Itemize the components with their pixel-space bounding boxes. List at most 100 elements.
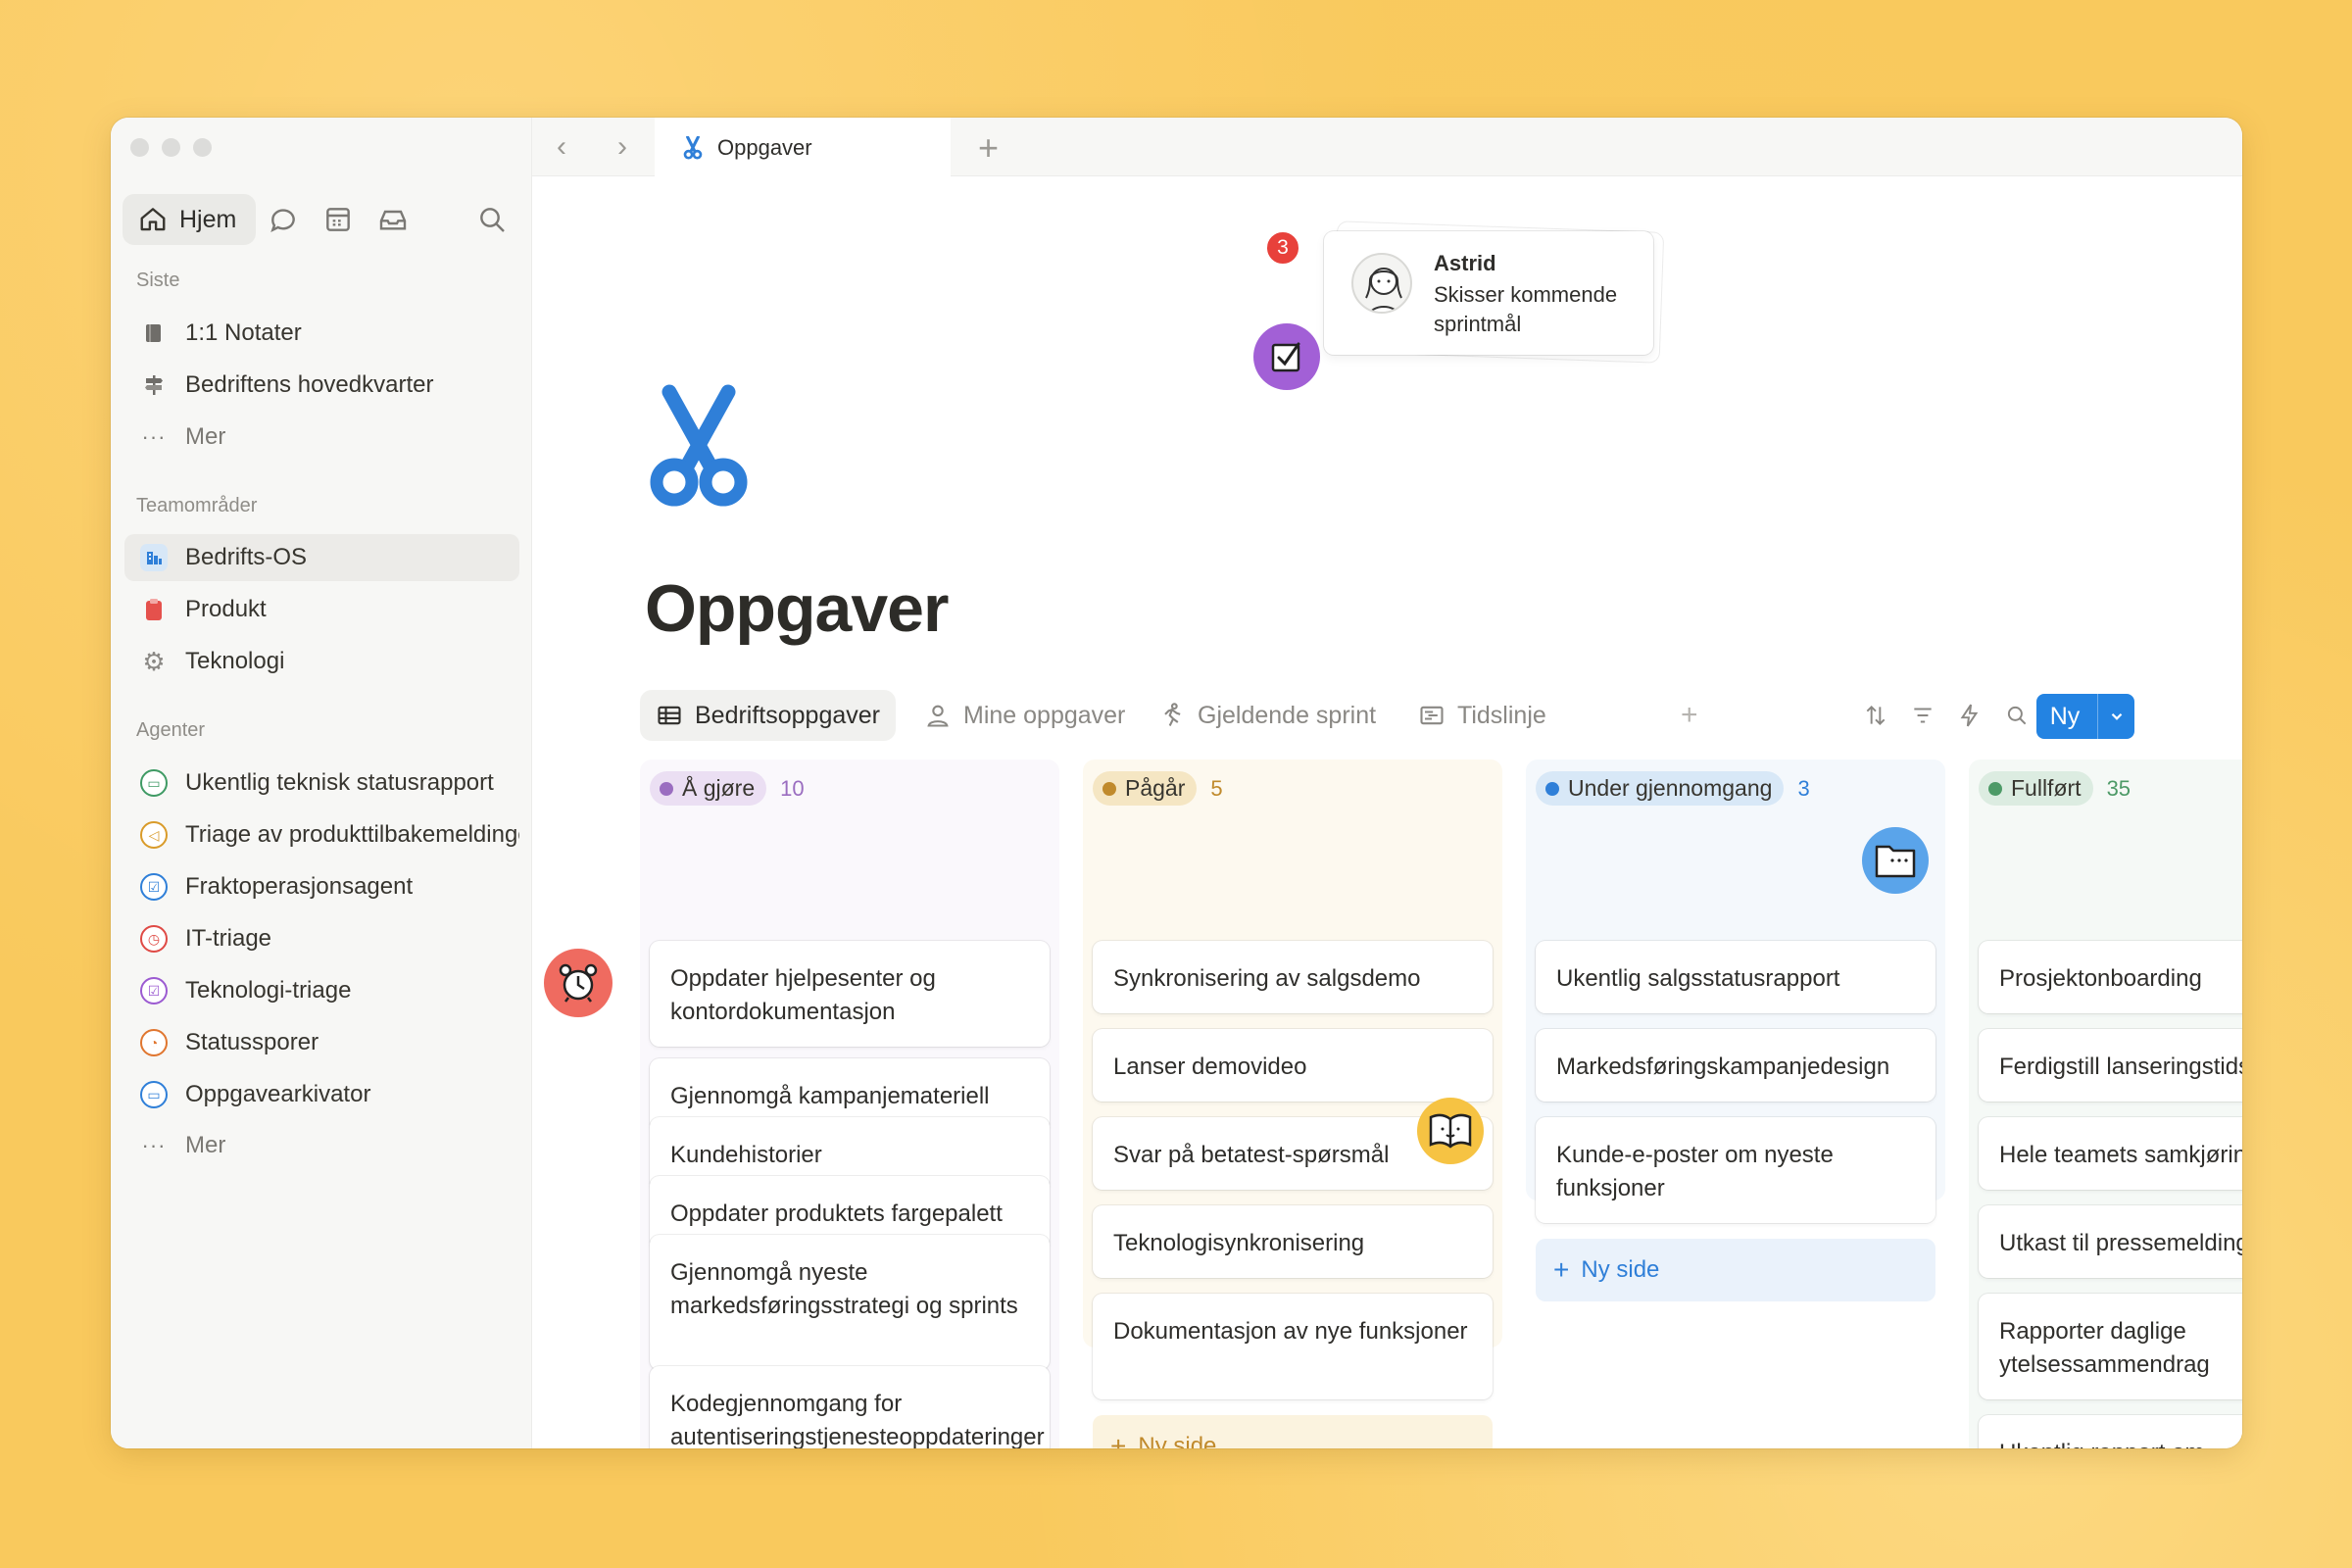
- document-icon: [140, 319, 168, 347]
- add-view-button[interactable]: +: [1665, 690, 1714, 741]
- sidebar-item-agent[interactable]: ▭ Ukentlig teknisk statusrapport: [124, 760, 519, 807]
- book-bubble: [1417, 1098, 1484, 1164]
- new-button[interactable]: Ny: [2036, 694, 2134, 739]
- inbox-button[interactable]: [366, 194, 420, 245]
- view-tab-label: Tidslinje: [1457, 701, 1546, 729]
- sidebar-item-label: Teknologi: [185, 648, 285, 674]
- gear-icon: ⚙: [142, 646, 166, 676]
- task-card[interactable]: Hele teamets samkjøring: [1979, 1117, 2242, 1190]
- status-label: Å gjøre: [682, 775, 756, 801]
- search-icon: [480, 208, 505, 232]
- home-label: Hjem: [179, 205, 237, 233]
- task-card[interactable]: Utkast til pressemelding: [1979, 1205, 2242, 1278]
- task-card[interactable]: Ukentlig salgsstatusrapport: [1536, 941, 1936, 1013]
- sidebar-item-bedrifts-os[interactable]: Bedrifts-OS: [124, 534, 519, 581]
- agent-icon: ☑: [140, 873, 168, 901]
- sidebar-item-agent[interactable]: ◷ IT-triage: [124, 915, 519, 962]
- filter-button[interactable]: [1907, 700, 1938, 731]
- tab-oppgaver[interactable]: Oppgaver: [655, 118, 951, 177]
- view-tab-mine-oppgaver[interactable]: Mine oppgaver: [908, 690, 1141, 741]
- task-card[interactable]: Lanser demovideo: [1093, 1029, 1493, 1102]
- close-window-button[interactable]: [130, 138, 149, 157]
- new-tab-button[interactable]: +: [978, 127, 999, 169]
- sidebar-item-agent[interactable]: ◁ Triage av produkttilbakemeldinger: [124, 811, 519, 858]
- new-button-label: Ny: [2049, 702, 2081, 730]
- sidebar-item-produkt[interactable]: Produkt: [124, 586, 519, 633]
- agent-icon: ◔: [140, 1029, 168, 1056]
- task-card[interactable]: Dokumentasjon av nye funksjoner: [1093, 1294, 1493, 1399]
- more-icon: ···: [141, 424, 167, 449]
- status-badge[interactable]: Pågår: [1093, 771, 1198, 806]
- new-dropdown-button[interactable]: [2097, 694, 2134, 739]
- back-button[interactable]: ‹: [546, 130, 577, 163]
- minimize-window-button[interactable]: [162, 138, 180, 157]
- chat-button[interactable]: [256, 194, 311, 245]
- status-label: Pågår: [1125, 775, 1186, 801]
- task-card[interactable]: Teknologisynkronisering: [1093, 1205, 1493, 1278]
- task-card[interactable]: Markedsføringskampanjedesign: [1536, 1029, 1936, 1102]
- task-title: Gjennomgå kampanjemateriell: [670, 1083, 990, 1109]
- sidebar-item-agent[interactable]: ☑ Teknologi-triage: [124, 967, 519, 1014]
- search-icon: [2007, 706, 2027, 725]
- search-view-button[interactable]: [2001, 700, 2033, 731]
- page-scissors-icon: [650, 384, 748, 507]
- zoom-window-button[interactable]: [193, 138, 212, 157]
- view-bar: Bedriftsoppgaver Mine oppgaver Gjeldende…: [640, 690, 2242, 741]
- folder-icon: [1875, 845, 1916, 878]
- notification-card[interactable]: Astrid Skisser kommende sprintmål: [1324, 231, 1653, 355]
- folder-bubble: [1862, 827, 1929, 894]
- view-tab-tidslinje[interactable]: Tidslinje: [1402, 690, 1562, 741]
- status-badge[interactable]: Fullført: [1979, 771, 2093, 806]
- view-tab-bedriftsoppgaver[interactable]: Bedriftsoppgaver: [640, 690, 897, 741]
- home-button[interactable]: Hjem: [122, 194, 257, 245]
- new-page-button[interactable]: + Ny side: [1093, 1415, 1493, 1448]
- task-title: Oppdater produktets fargepalett: [670, 1200, 1003, 1227]
- column-header: Fullført 35: [1979, 771, 2131, 806]
- status-badge[interactable]: Under gjennomgang: [1536, 771, 1785, 806]
- status-badge[interactable]: Å gjøre: [650, 771, 767, 806]
- view-tab-gjeldende-sprint[interactable]: Gjeldende sprint: [1143, 690, 1392, 741]
- avatar: [1351, 253, 1412, 314]
- new-page-label: Ny side: [1581, 1256, 1660, 1283]
- sidebar-item-notes[interactable]: 1:1 Notater: [124, 310, 519, 357]
- new-page-button[interactable]: + Ny side: [1536, 1239, 1936, 1301]
- sidebar-item-more-recent[interactable]: ··· Mer: [124, 414, 519, 461]
- checkbox-bubble: [1253, 323, 1320, 390]
- sidebar-item-agent[interactable]: ☑ Fraktoperasjonsagent: [124, 863, 519, 910]
- agent-icon: ▭: [140, 1081, 168, 1108]
- lightning-icon: [1960, 704, 1979, 727]
- view-tab-label: Bedriftsoppgaver: [695, 701, 881, 729]
- forward-button[interactable]: ›: [607, 130, 638, 163]
- automation-button[interactable]: [1954, 700, 1985, 731]
- sidebar-item-headquarters[interactable]: Bedriftens hovedkvarter: [124, 362, 519, 409]
- task-card[interactable]: Oppdater hjelpesenter og kontordokumenta…: [650, 941, 1050, 1047]
- task-title: Rapporter daglige ytelsessammendrag: [1999, 1318, 2210, 1378]
- sidebar-item-agent[interactable]: ▭ Oppgavearkivator: [124, 1071, 519, 1118]
- task-card[interactable]: Rapporter daglige ytelsessammendrag: [1979, 1294, 2242, 1399]
- timeline-icon: [1420, 706, 1444, 725]
- sidebar-item-agent[interactable]: ◔ Statussporer: [124, 1019, 519, 1066]
- task-card[interactable]: Kodegjennomgang for autentiseringstjenes…: [650, 1366, 1050, 1448]
- task-title: Dokumentasjon av nye funksjoner: [1113, 1318, 1468, 1345]
- notification-count-badge: 3: [1264, 229, 1301, 267]
- sidebar-item-teknologi[interactable]: ⚙ Teknologi: [124, 638, 519, 685]
- search-button[interactable]: [465, 194, 519, 245]
- sidebar-item-label: Triage av produkttilbakemeldinger: [185, 821, 519, 848]
- task-title: Utkast til pressemelding: [1999, 1230, 2242, 1256]
- task-title: Teknologisynkronisering: [1113, 1230, 1365, 1256]
- task-card[interactable]: Prosjektonboarding: [1979, 941, 2242, 1013]
- task-card[interactable]: Ferdigstill lanseringstidslinje: [1979, 1029, 2242, 1102]
- task-card[interactable]: Synkronisering av salgsdemo: [1093, 941, 1493, 1013]
- app-window: Hjem Siste 1:1 Notater Bedriftens hovedk…: [111, 118, 2242, 1448]
- task-title: Kunde-e-poster om nyeste funksjoner: [1556, 1142, 1834, 1201]
- sort-button[interactable]: [1860, 700, 1891, 731]
- status-dot-icon: [1545, 781, 1559, 796]
- task-title: Kundehistorier: [670, 1142, 822, 1168]
- sidebar-item-more-agents[interactable]: ··· Mer: [124, 1122, 519, 1169]
- task-title: Synkronisering av salgsdemo: [1113, 965, 1421, 992]
- calendar-button[interactable]: [311, 194, 366, 245]
- task-card[interactable]: Gjennomgå nyeste markedsføringsstrategi …: [650, 1235, 1050, 1370]
- task-card[interactable]: Ukentlig rapport om produktlansering: [1979, 1415, 2242, 1448]
- task-card[interactable]: Kunde-e-poster om nyeste funksjoner: [1536, 1117, 1936, 1223]
- building-icon: [140, 544, 168, 571]
